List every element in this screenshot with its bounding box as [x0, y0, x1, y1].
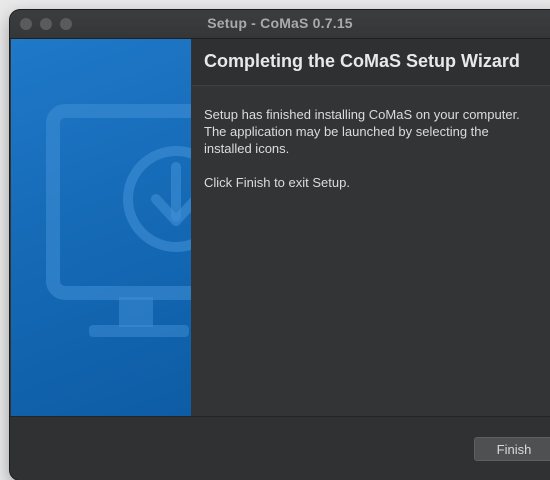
exit-instruction: Click Finish to exit Setup.	[204, 175, 350, 190]
completion-message: Setup has finished installing CoMaS on y…	[204, 107, 520, 156]
wizard-content: Completing the CoMaS Setup Wizard Setup …	[192, 39, 550, 416]
finish-button[interactable]: Finish	[474, 437, 550, 461]
window-title: Setup - CoMaS 0.7.15	[207, 15, 353, 31]
title-bar[interactable]: Setup - CoMaS 0.7.15	[10, 10, 550, 39]
setup-window: Setup - CoMaS 0.7.15 Completing the CoMa…	[10, 10, 550, 480]
monitor-download-icon	[46, 104, 191, 337]
page-title: Completing the CoMaS Setup Wizard	[204, 51, 520, 71]
wizard-body-text: Setup has finished installing CoMaS on y…	[204, 106, 534, 208]
wizard-footer: Finish	[10, 416, 550, 480]
wizard-header: Completing the CoMaS Setup Wizard	[192, 39, 550, 86]
wizard-sidebar-banner	[11, 39, 191, 416]
